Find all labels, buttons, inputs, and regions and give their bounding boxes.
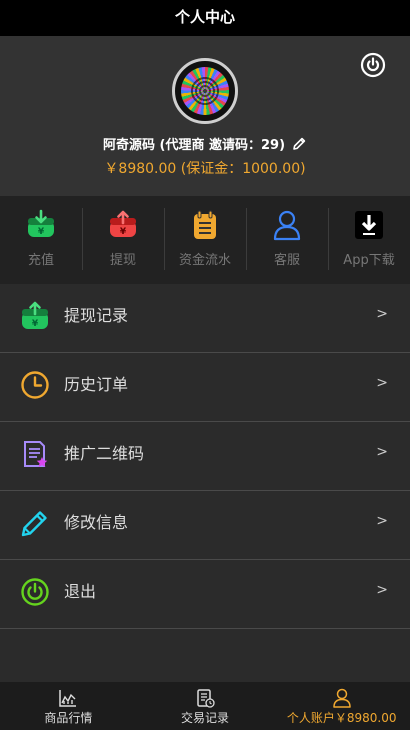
quick-action-label: 客服 bbox=[273, 253, 300, 268]
withdraw-record-icon: ¥ bbox=[22, 301, 48, 329]
username-agent-code: 阿奇源码 (代理商 邀请码：29) bbox=[102, 138, 286, 153]
settings-menu: ¥ 提现记录 > 历史订单 > 推广二维码 > 修改信息 > 退出 > bbox=[0, 284, 410, 629]
deposit-icon: ¥ bbox=[28, 209, 54, 237]
quick-action-ledger[interactable]: 资金流水 bbox=[164, 196, 246, 284]
quick-action-deposit[interactable]: ¥ 充值 bbox=[0, 196, 82, 284]
menu-item-withdraw-records[interactable]: ¥ 提现记录 > bbox=[0, 284, 410, 353]
svg-text:¥: ¥ bbox=[32, 319, 39, 329]
tab-trade-records[interactable]: 交易记录 bbox=[137, 682, 274, 730]
quick-actions-bar: ¥ 充值 ¥ 提现 资金流水 客服 App下载 bbox=[0, 196, 410, 284]
quick-action-label: App下载 bbox=[343, 253, 395, 268]
balance-line: ￥8980.00 (保证金：1000.00) bbox=[104, 161, 306, 177]
avatar[interactable] bbox=[172, 58, 238, 124]
menu-item-order-history[interactable]: 历史订单 > bbox=[0, 353, 410, 422]
user-icon bbox=[273, 210, 301, 241]
menu-item-edit-info[interactable]: 修改信息 > bbox=[0, 491, 410, 560]
menu-item-label: 历史订单 bbox=[64, 375, 129, 394]
logout-power-icon[interactable] bbox=[360, 52, 386, 78]
menu-item-label: 提现记录 bbox=[64, 306, 129, 325]
power-icon bbox=[21, 578, 49, 606]
bottom-tab-bar: 商品行情 交易记录 个人账户￥8980.00 bbox=[0, 682, 410, 730]
menu-item-label: 退出 bbox=[64, 582, 97, 601]
tab-label: 交易记录 bbox=[181, 711, 230, 725]
chevron-right-icon: > bbox=[376, 582, 388, 598]
edit-pencil-icon[interactable] bbox=[291, 136, 307, 152]
page-title: 个人中心 bbox=[174, 8, 235, 26]
quick-action-app-download[interactable]: App下载 bbox=[328, 196, 410, 284]
menu-item-logout[interactable]: 退出 > bbox=[0, 560, 410, 629]
quick-action-label: 充值 bbox=[27, 253, 54, 268]
tab-label: 个人账户￥8980.00 bbox=[286, 711, 397, 725]
download-icon bbox=[355, 211, 383, 239]
chart-icon bbox=[59, 690, 77, 707]
chevron-right-icon: > bbox=[376, 306, 388, 322]
quick-action-label: 资金流水 bbox=[178, 253, 231, 268]
svg-text:¥: ¥ bbox=[120, 227, 127, 237]
document-star-icon bbox=[24, 441, 48, 467]
clock-icon bbox=[21, 371, 49, 399]
ledger-icon bbox=[194, 210, 216, 239]
menu-item-referral-qr[interactable]: 推广二维码 > bbox=[0, 422, 410, 491]
page-header: 个人中心 bbox=[0, 0, 410, 36]
menu-item-label: 修改信息 bbox=[64, 513, 129, 532]
tab-market[interactable]: 商品行情 bbox=[0, 682, 137, 730]
person-icon bbox=[332, 688, 351, 708]
quick-action-label: 提现 bbox=[109, 253, 136, 268]
menu-item-label: 推广二维码 bbox=[64, 444, 145, 463]
chevron-right-icon: > bbox=[376, 513, 388, 529]
tab-label: 商品行情 bbox=[44, 711, 93, 725]
chevron-right-icon: > bbox=[376, 444, 388, 460]
profile-name-line: 阿奇源码 (代理商 邀请码：29) bbox=[0, 136, 410, 155]
receipt-icon bbox=[197, 689, 215, 708]
tab-account[interactable]: 个人账户￥8980.00 bbox=[273, 682, 410, 730]
chevron-right-icon: > bbox=[376, 375, 388, 391]
withdraw-icon: ¥ bbox=[110, 210, 136, 237]
quick-action-withdraw[interactable]: ¥ 提现 bbox=[82, 196, 164, 284]
svg-text:¥: ¥ bbox=[38, 227, 45, 237]
quick-action-support[interactable]: 客服 bbox=[246, 196, 328, 284]
pencil-icon bbox=[21, 511, 47, 537]
